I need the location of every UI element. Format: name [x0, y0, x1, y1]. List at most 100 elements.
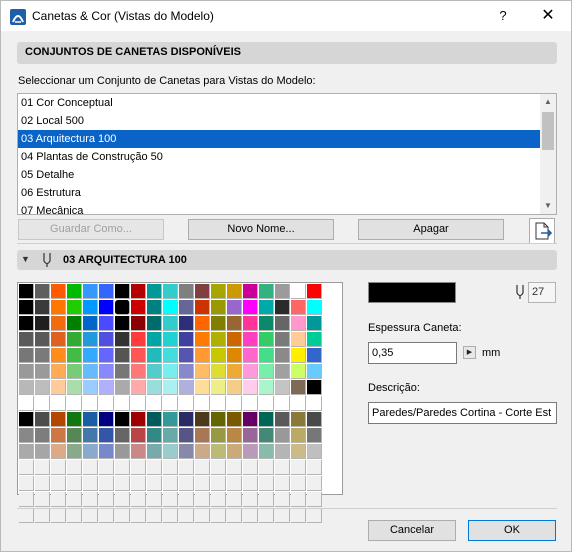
palette-cell-selected[interactable] — [115, 300, 130, 315]
palette-cell[interactable] — [275, 508, 290, 523]
palette-cell[interactable] — [19, 508, 34, 523]
palette-cell[interactable] — [35, 348, 50, 363]
palette-cell[interactable] — [99, 348, 114, 363]
thickness-arrow-icon[interactable]: ▶ — [463, 346, 476, 359]
palette-cell[interactable] — [83, 492, 98, 507]
palette-cell[interactable] — [115, 508, 130, 523]
palette-cell[interactable] — [35, 476, 50, 491]
palette-cell[interactable] — [227, 492, 242, 507]
palette-cell[interactable] — [115, 396, 130, 411]
palette-cell[interactable] — [259, 396, 274, 411]
palette-cell[interactable] — [115, 412, 130, 427]
description-input[interactable]: Paredes/Paredes Cortina - Corte Est — [368, 402, 557, 424]
palette-cell[interactable] — [99, 444, 114, 459]
palette-cell[interactable] — [51, 284, 66, 299]
palette-cell[interactable] — [291, 300, 306, 315]
palette-cell[interactable] — [259, 316, 274, 331]
help-button[interactable]: ? — [491, 6, 515, 26]
scroll-up-icon[interactable]: ▲ — [540, 94, 556, 110]
palette-cell[interactable] — [179, 492, 194, 507]
palette-cell[interactable] — [291, 508, 306, 523]
palette-cell[interactable] — [291, 396, 306, 411]
palette-cell[interactable] — [291, 364, 306, 379]
palette-cell[interactable] — [19, 380, 34, 395]
palette-cell[interactable] — [179, 396, 194, 411]
palette-cell[interactable] — [291, 492, 306, 507]
palette-cell[interactable] — [163, 396, 178, 411]
list-item[interactable]: 02 Local 500 — [18, 112, 540, 130]
palette-cell[interactable] — [83, 348, 98, 363]
palette-cell[interactable] — [67, 508, 82, 523]
palette-cell[interactable] — [307, 300, 322, 315]
palette-cell[interactable] — [211, 428, 226, 443]
palette-cell[interactable] — [67, 284, 82, 299]
palette-cell[interactable] — [83, 316, 98, 331]
palette-cell[interactable] — [35, 316, 50, 331]
palette-cell[interactable] — [163, 428, 178, 443]
palette-cell[interactable] — [211, 444, 226, 459]
palette-cell[interactable] — [99, 492, 114, 507]
scroll-thumb[interactable] — [542, 112, 554, 150]
palette-cell[interactable] — [227, 380, 242, 395]
palette-cell[interactable] — [163, 316, 178, 331]
palette-cell[interactable] — [83, 332, 98, 347]
palette-cell[interactable] — [67, 444, 82, 459]
palette-cell[interactable] — [179, 476, 194, 491]
palette-cell[interactable] — [131, 332, 146, 347]
palette-cell[interactable] — [243, 284, 258, 299]
palette-cell[interactable] — [99, 284, 114, 299]
palette-cell[interactable] — [275, 444, 290, 459]
palette-cell[interactable] — [67, 460, 82, 475]
palette-cell[interactable] — [259, 492, 274, 507]
palette-cell[interactable] — [51, 380, 66, 395]
palette-cell[interactable] — [211, 508, 226, 523]
palette-cell[interactable] — [179, 444, 194, 459]
palette-cell[interactable] — [131, 284, 146, 299]
palette-cell[interactable] — [19, 364, 34, 379]
palette-cell[interactable] — [195, 396, 210, 411]
palette-cell[interactable] — [83, 380, 98, 395]
palette-cell[interactable] — [67, 396, 82, 411]
palette-cell[interactable] — [35, 364, 50, 379]
export-button[interactable] — [529, 218, 555, 244]
palette-cell[interactable] — [67, 316, 82, 331]
palette-cell[interactable] — [115, 444, 130, 459]
scroll-down-icon[interactable]: ▼ — [540, 198, 556, 214]
palette-cell[interactable] — [259, 380, 274, 395]
list-item-selected[interactable]: 03 Arquitectura 100 — [18, 130, 540, 148]
palette-cell[interactable] — [147, 284, 162, 299]
palette-cell[interactable] — [179, 364, 194, 379]
palette-cell[interactable] — [35, 492, 50, 507]
palette-cell[interactable] — [147, 332, 162, 347]
palette-cell[interactable] — [163, 332, 178, 347]
palette-cell[interactable] — [147, 492, 162, 507]
list-item[interactable]: 07 Mecânica — [18, 202, 540, 214]
palette-cell[interactable] — [147, 412, 162, 427]
palette-cell[interactable] — [307, 284, 322, 299]
palette-cell[interactable] — [195, 364, 210, 379]
palette-cell[interactable] — [51, 460, 66, 475]
palette-cell[interactable] — [275, 412, 290, 427]
palette-cell[interactable] — [179, 284, 194, 299]
palette-cell[interactable] — [131, 428, 146, 443]
palette-cell[interactable] — [67, 412, 82, 427]
palette-cell[interactable] — [291, 348, 306, 363]
palette-cell[interactable] — [275, 300, 290, 315]
palette-cell[interactable] — [211, 364, 226, 379]
list-item[interactable]: 01 Cor Conceptual — [18, 94, 540, 112]
new-name-button[interactable]: Novo Nome... — [188, 219, 334, 240]
palette-cell[interactable] — [131, 444, 146, 459]
palette-cell[interactable] — [51, 332, 66, 347]
palette-cell[interactable] — [19, 412, 34, 427]
palette-cell[interactable] — [307, 428, 322, 443]
palette-cell[interactable] — [275, 428, 290, 443]
palette-cell[interactable] — [115, 284, 130, 299]
palette-cell[interactable] — [275, 396, 290, 411]
current-set-header[interactable]: ▼ 03 ARQUITECTURA 100 — [17, 250, 557, 270]
palette-cell[interactable] — [147, 396, 162, 411]
palette-cell[interactable] — [227, 316, 242, 331]
palette-cell[interactable] — [131, 300, 146, 315]
palette-cell[interactable] — [35, 284, 50, 299]
palette-cell[interactable] — [307, 460, 322, 475]
palette-cell[interactable] — [99, 396, 114, 411]
